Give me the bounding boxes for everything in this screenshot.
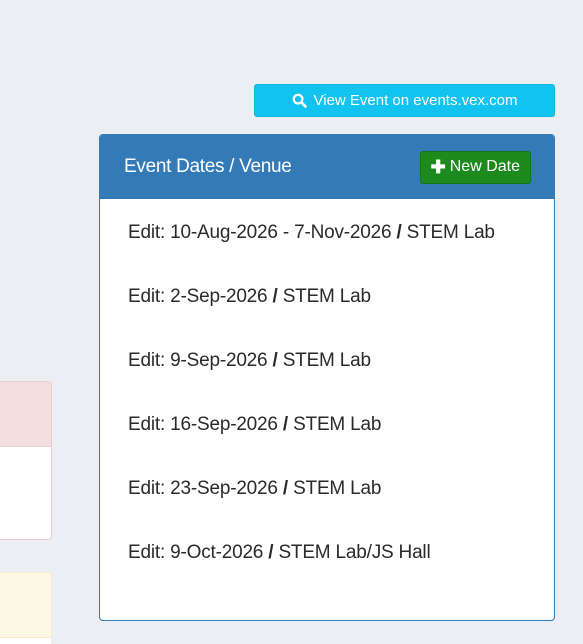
date-item-1[interactable]: Edit: 10-Aug-2026 - 7-Nov-2026 / STEM La… bbox=[128, 219, 526, 247]
date-item-2[interactable]: Edit: 2-Sep-2026 / STEM Lab bbox=[128, 283, 526, 311]
view-event-button[interactable]: View Event on events.vex.com bbox=[254, 84, 555, 117]
new-date-label: New Date bbox=[449, 158, 520, 175]
date-list: Edit: 10-Aug-2026 - 7-Nov-2026 / STEM La… bbox=[100, 199, 554, 567]
event-dates-panel: Event Dates / Venue ✚ New Date Edit: 10-… bbox=[99, 134, 555, 621]
date-item-4[interactable]: Edit: 16-Sep-2026 / STEM Lab bbox=[128, 411, 526, 439]
panel-heading: Event Dates / Venue ✚ New Date bbox=[100, 135, 554, 199]
panel-title: Event Dates / Venue bbox=[124, 156, 292, 177]
date-item-5[interactable]: Edit: 23-Sep-2026 / STEM Lab bbox=[128, 475, 526, 503]
view-event-label: View Event on events.vex.com bbox=[313, 92, 518, 109]
new-date-button[interactable]: ✚ New Date bbox=[419, 150, 531, 184]
partial-card-warning-heading bbox=[0, 573, 51, 638]
plus-icon: ✚ bbox=[430, 157, 446, 177]
page: View Event on events.vex.com Event Dates… bbox=[0, 0, 583, 644]
search-icon bbox=[292, 93, 307, 108]
partial-card-danger-heading bbox=[0, 382, 51, 447]
date-item-3[interactable]: Edit: 9-Sep-2026 / STEM Lab bbox=[128, 347, 526, 375]
partial-card-danger bbox=[0, 381, 52, 540]
date-item-6[interactable]: Edit: 9-Oct-2026 / STEM Lab/JS Hall bbox=[128, 539, 526, 567]
partial-card-warning bbox=[0, 572, 52, 644]
